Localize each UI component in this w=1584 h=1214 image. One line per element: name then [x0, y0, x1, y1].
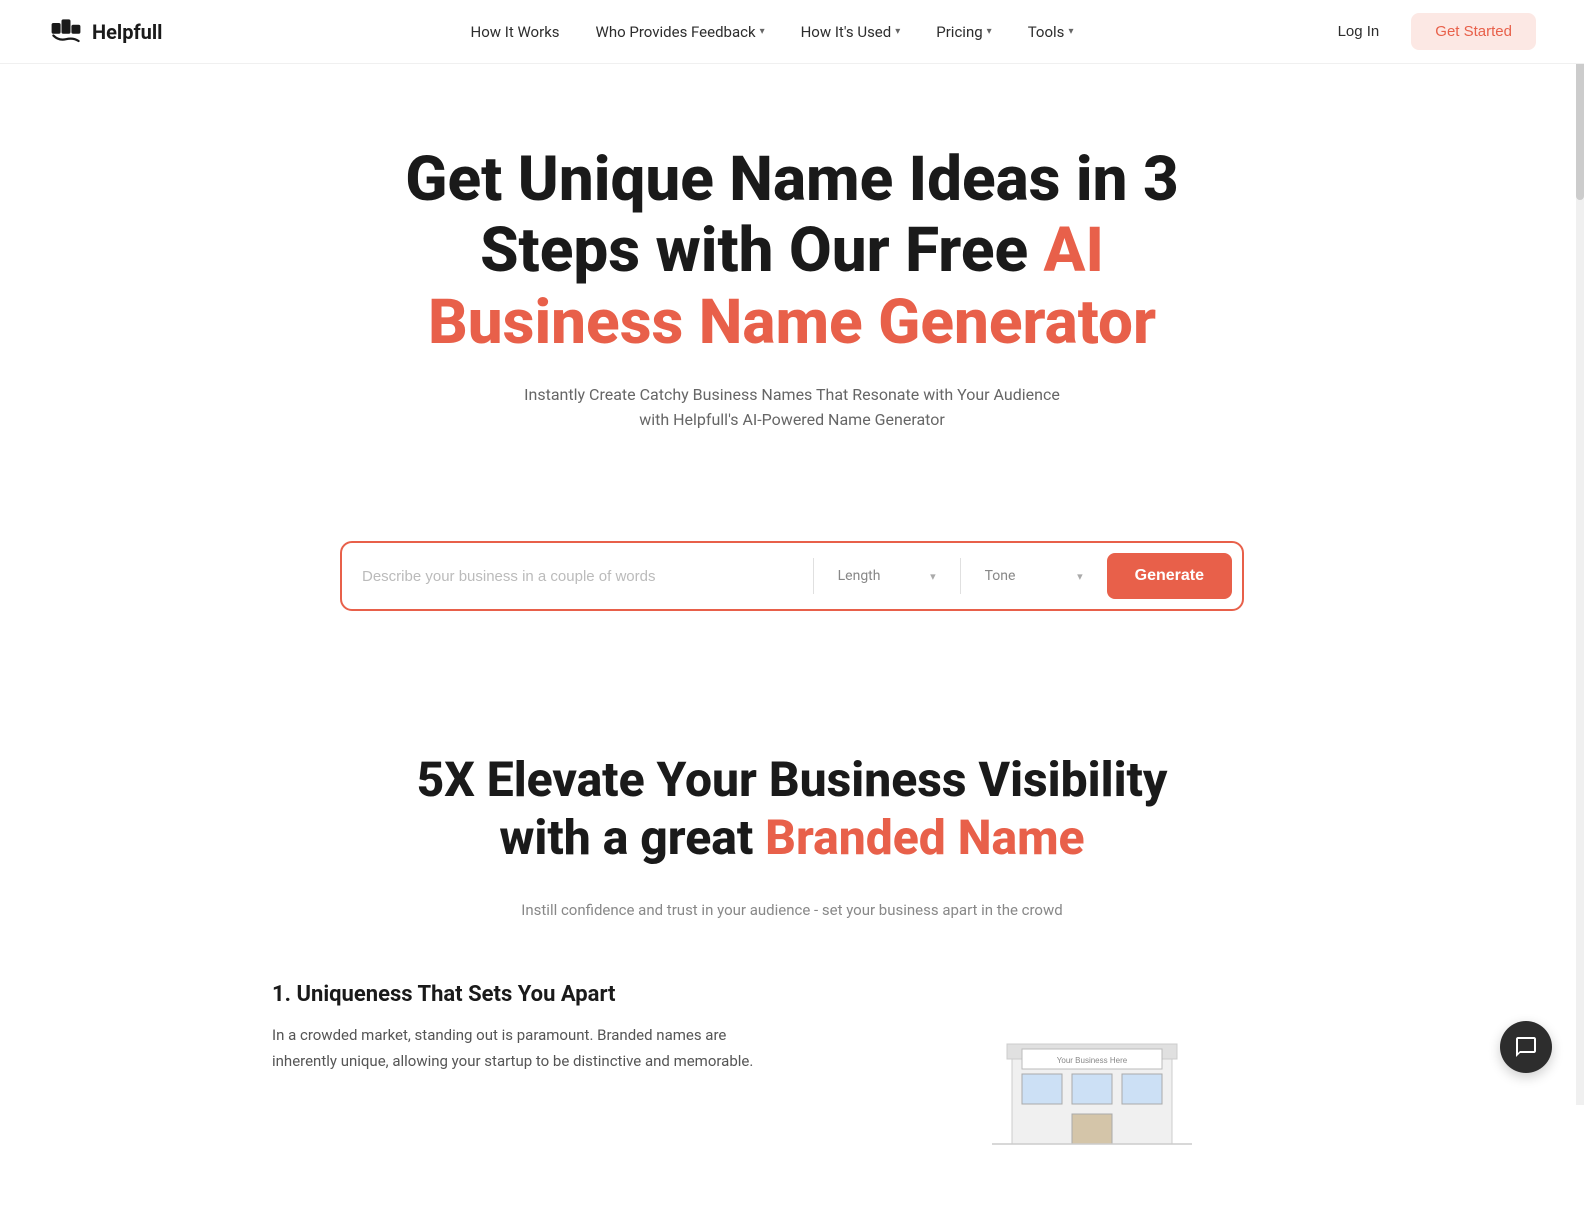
length-select[interactable]: Length ▾ — [822, 560, 952, 592]
storefront-illustration: Your Business Here — [992, 994, 1192, 1154]
chevron-icon: ▾ — [760, 26, 765, 37]
scrollbar-track[interactable] — [1576, 0, 1584, 1105]
svg-text:Your Business Here: Your Business Here — [1057, 1056, 1128, 1065]
chevron-icon: ▾ — [895, 26, 900, 37]
generate-button[interactable]: Generate — [1107, 553, 1232, 599]
chat-icon — [1514, 1035, 1538, 1059]
logo-icon — [48, 14, 84, 50]
generator-container: Length ▾ Tone ▾ Generate — [292, 541, 1292, 691]
nav-tools[interactable]: Tools ▾ — [1012, 15, 1090, 49]
generator-form: Length ▾ Tone ▾ Generate — [340, 541, 1244, 611]
chevron-icon: ▾ — [1068, 26, 1073, 37]
get-started-button[interactable]: Get Started — [1411, 13, 1536, 50]
nav-how-its-used[interactable]: How It's Used ▾ — [785, 15, 917, 49]
chevron-icon: ▾ — [987, 26, 992, 37]
navbar-actions: Log In Get Started — [1322, 13, 1536, 50]
chevron-down-icon: ▾ — [1077, 570, 1083, 583]
hero-subtitle: Instantly Create Catchy Business Names T… — [512, 382, 1072, 433]
divider — [960, 558, 961, 594]
nav-who-provides-feedback[interactable]: Who Provides Feedback ▾ — [580, 15, 781, 49]
branded-subtitle: Instill confidence and trust in your aud… — [390, 898, 1194, 922]
branded-title: 5X Elevate Your Business Visibility with… — [390, 751, 1194, 866]
feature-description: In a crowded market, standing out is par… — [272, 1023, 772, 1074]
logo-link[interactable]: Helpfull — [48, 14, 162, 50]
login-button[interactable]: Log In — [1322, 15, 1396, 48]
navbar-links: How It Works Who Provides Feedback ▾ How… — [222, 15, 1321, 49]
chevron-down-icon: ▾ — [930, 570, 936, 583]
features-section: 1. Uniqueness That Sets You Apart In a c… — [192, 962, 1392, 1214]
branded-section: 5X Elevate Your Business Visibility with… — [342, 691, 1242, 962]
chat-button[interactable] — [1500, 1021, 1552, 1073]
hero-section: Get Unique Name Ideas in 3 Steps with Ou… — [292, 64, 1292, 541]
hero-title: Get Unique Name Ideas in 3 Steps with Ou… — [340, 144, 1244, 358]
business-description-input[interactable] — [362, 560, 805, 593]
nav-pricing[interactable]: Pricing ▾ — [920, 15, 1007, 49]
tone-select[interactable]: Tone ▾ — [969, 560, 1099, 592]
divider — [813, 558, 814, 594]
navbar: Helpfull How It Works Who Provides Feedb… — [0, 0, 1584, 64]
nav-how-it-works[interactable]: How It Works — [455, 15, 576, 49]
logo-text: Helpfull — [92, 20, 162, 44]
